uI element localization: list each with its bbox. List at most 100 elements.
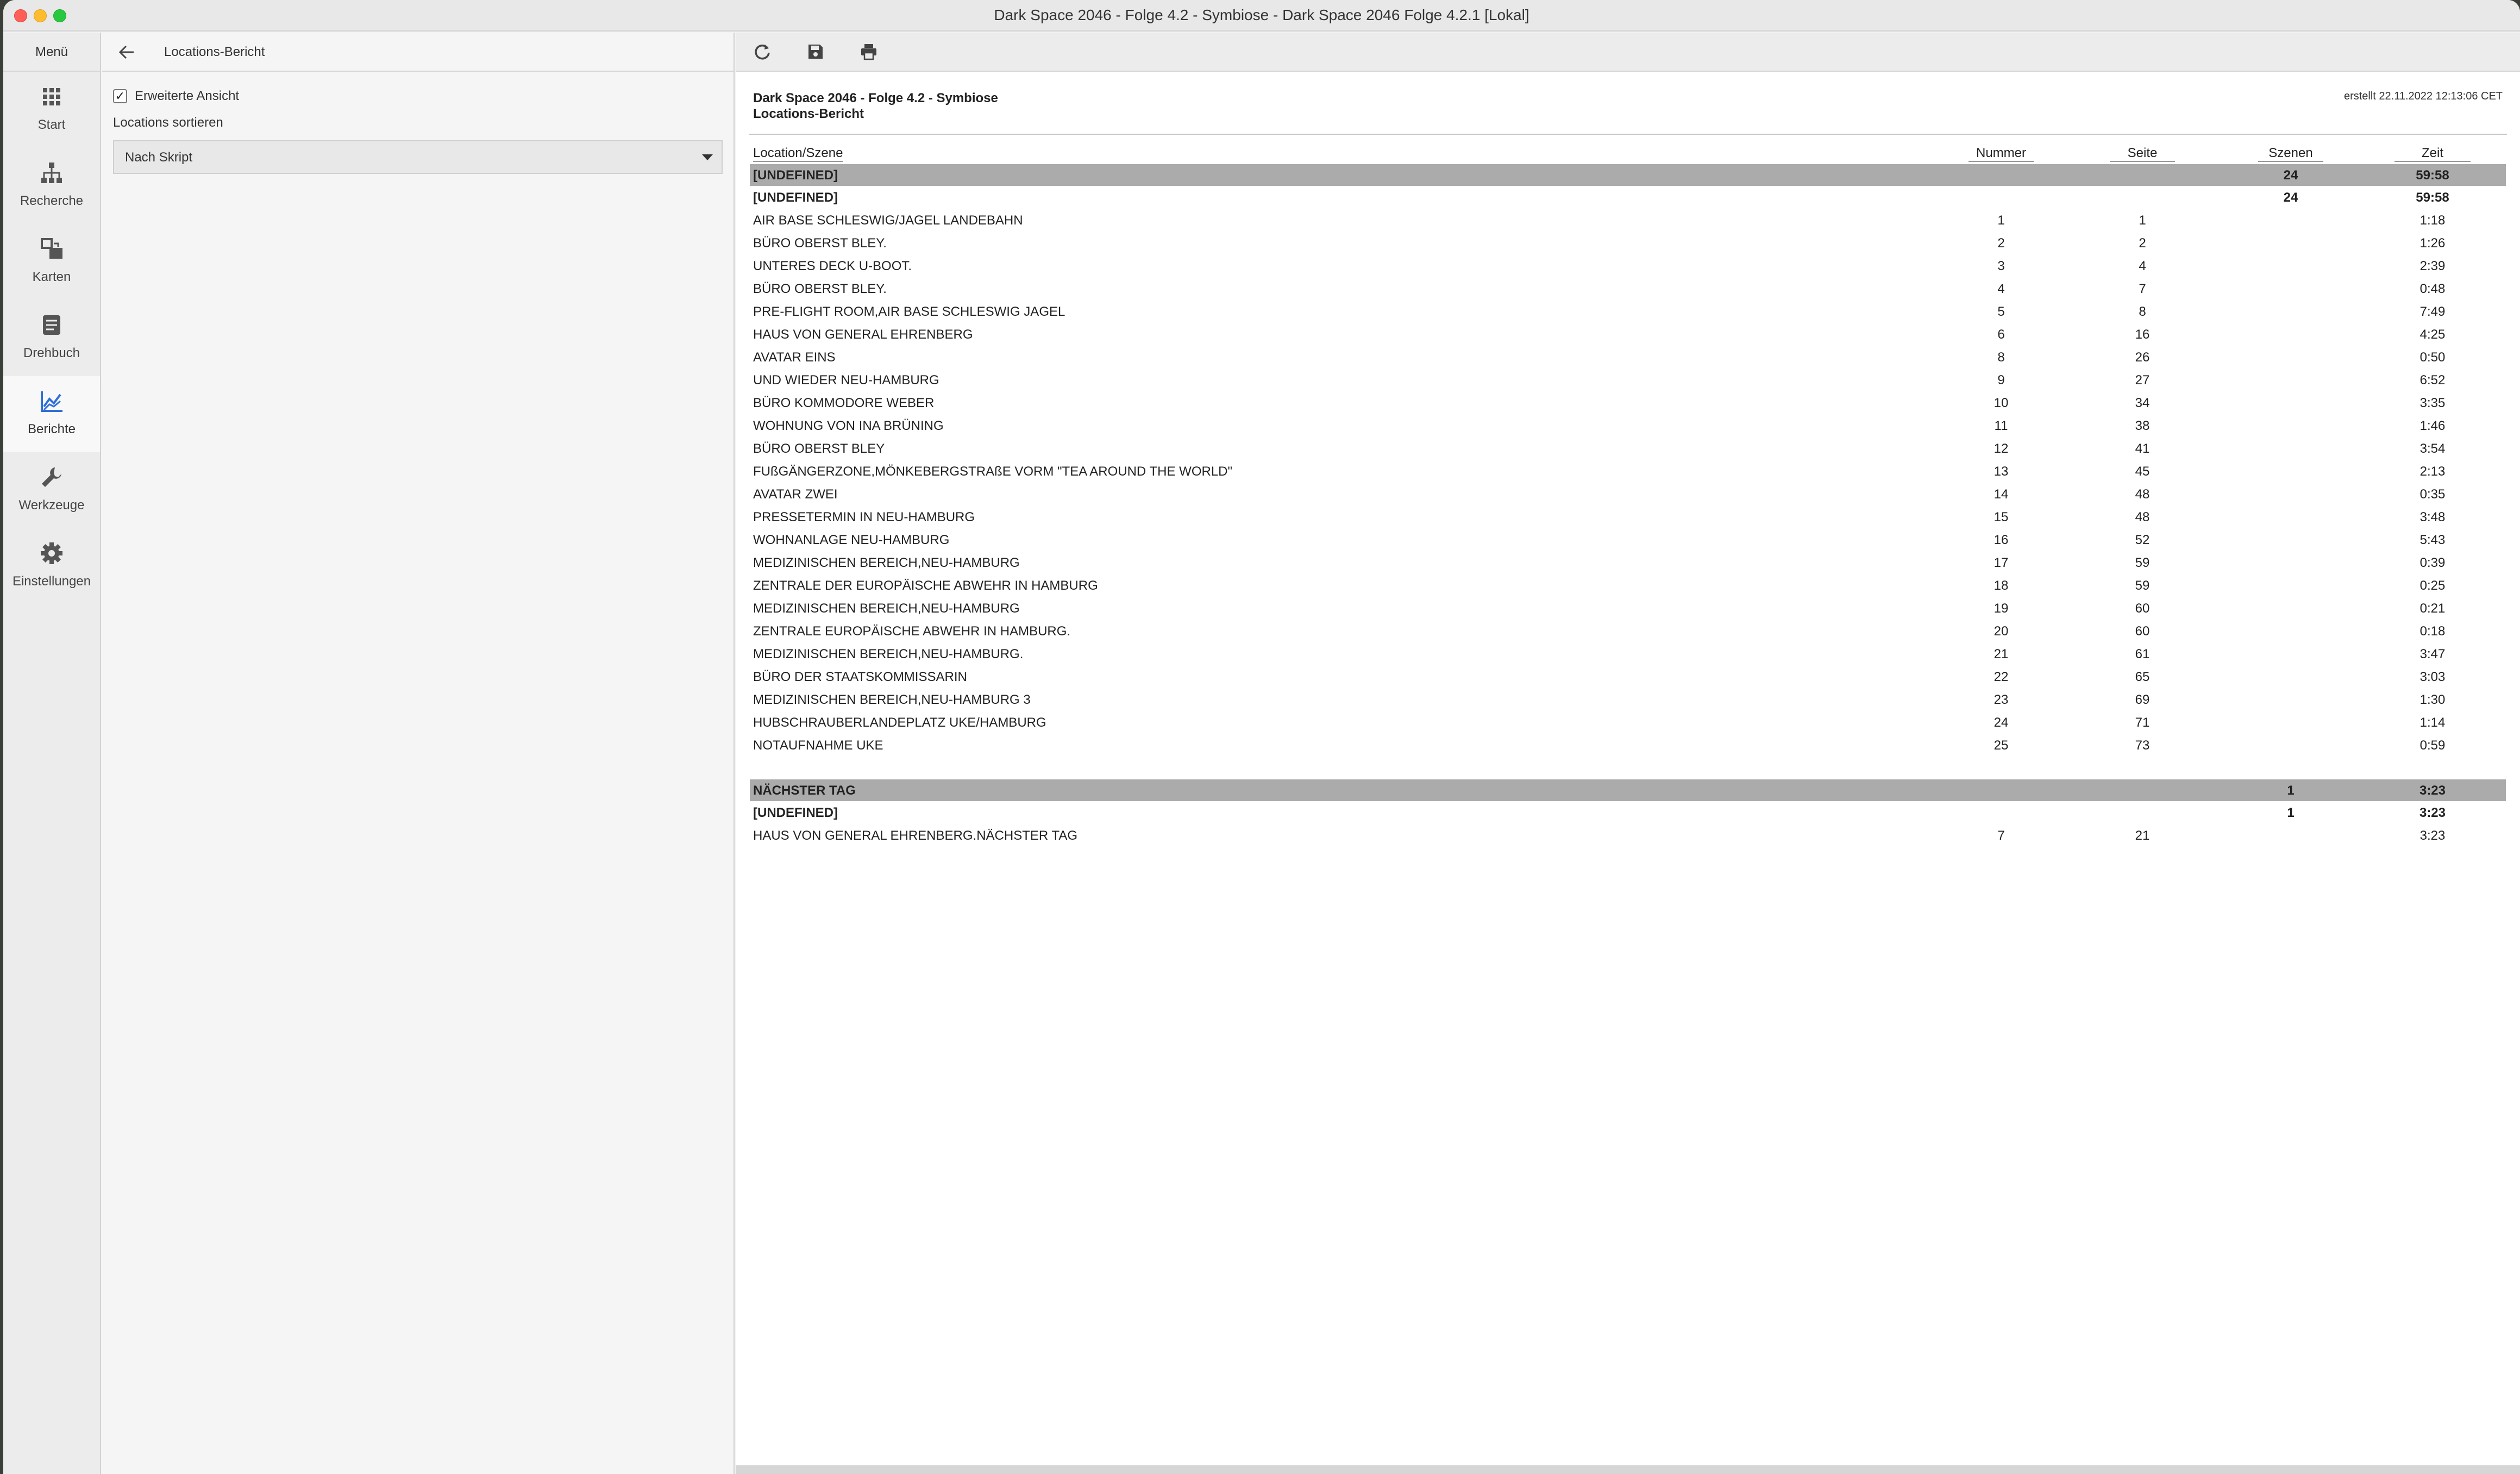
scene-page: 52 xyxy=(2135,533,2150,547)
scene-location: AIR BASE SCHLESWIG/JAGEL LANDEBAHN xyxy=(753,213,1023,228)
hierarchy-icon xyxy=(41,163,62,183)
sidebar-item-berichte[interactable]: Berichte xyxy=(3,376,100,452)
scene-number: 25 xyxy=(1994,738,2009,753)
sort-select-value: Nach Skript xyxy=(125,150,193,165)
refresh-icon[interactable] xyxy=(753,42,772,61)
table-row: BÜRO OBERST BLEY. 2 2 1:26 xyxy=(750,232,2506,254)
scene-number: 12 xyxy=(1994,441,2009,456)
scene-time: 1:26 xyxy=(2419,236,2446,251)
table-row: HUBSCHRAUBERLANDEPLATZ UKE/HAMBURG 24 71 1:… xyxy=(750,711,2506,734)
scene-page: 59 xyxy=(2135,578,2150,593)
title-bar: Dark Space 2046 - Folge 4.2 - Symbiose -… xyxy=(3,0,2520,32)
report-created-timestamp: erstellt 22.11.2022 12:13:06 CET xyxy=(2343,90,2503,102)
sort-select[interactable]: Nach Skript xyxy=(113,140,723,174)
scene-page: 34 xyxy=(2135,396,2150,410)
scene-number: 23 xyxy=(1994,692,2009,707)
table-row: NOTAUFNAHME UKE 25 73 0:59 xyxy=(750,734,2506,757)
scene-location: FUßGÄNGERZONE,MÖNKEBERGSTRAßE VORM "TEA … xyxy=(753,464,1233,479)
sidebar-item-karten[interactable]: Karten xyxy=(3,224,100,300)
scene-location: ZENTRALE EUROPÄISCHE ABWEHR IN HAMBURG. xyxy=(753,624,1071,639)
chart-icon xyxy=(41,391,62,412)
scene-number: 19 xyxy=(1994,601,2009,616)
scene-time: 3:23 xyxy=(2419,828,2446,843)
scene-time: 5:43 xyxy=(2419,533,2446,547)
table-row: BÜRO OBERST BLEY 12 41 3:54 xyxy=(750,437,2506,460)
table-row: PRE-FLIGHT ROOM,AIR BASE SCHLESWIG JAGEL… xyxy=(750,300,2506,323)
scene-number: 15 xyxy=(1994,510,2009,524)
gear-icon xyxy=(41,542,62,564)
scene-location: MEDIZINISCHEN BEREICH,NEU-HAMBURG 3 xyxy=(753,692,1031,707)
sidebar-item-label: Karten xyxy=(32,270,71,284)
table-row: UNTERES DECK U-BOOT. 3 4 2:39 xyxy=(750,254,2506,277)
extended-view-option[interactable]: ✓ Erweiterte Ansicht xyxy=(113,88,239,104)
scene-number: 4 xyxy=(1997,282,2005,296)
extended-view-checkbox[interactable]: ✓ xyxy=(113,89,127,103)
sidebar-item-label: Berichte xyxy=(27,422,76,436)
back-arrow-icon[interactable] xyxy=(118,45,135,60)
scene-page: 60 xyxy=(2135,624,2150,639)
table-row: BÜRO DER STAATSKOMMISSARIN 22 65 3:03 xyxy=(750,665,2506,688)
table-row: WOHNANLAGE NEU-HAMBURG 16 52 5:43 xyxy=(750,528,2506,551)
scene-location: MEDIZINISCHEN BEREICH,NEU-HAMBURG xyxy=(753,601,1020,616)
scene-time: 0:59 xyxy=(2419,738,2446,753)
scene-number: 3 xyxy=(1997,259,2005,273)
column-header-page: Seite xyxy=(2110,146,2175,162)
scene-time: 7:49 xyxy=(2419,304,2446,319)
sidebar-item-start[interactable]: Start xyxy=(3,72,100,148)
scene-time: 1:14 xyxy=(2419,715,2446,730)
table-row: BÜRO KOMMODORE WEBER 10 34 3:35 xyxy=(750,391,2506,414)
scene-time: 1:46 xyxy=(2419,419,2446,433)
sidebar-item-recherche[interactable]: Recherche xyxy=(3,148,100,224)
scene-number: 20 xyxy=(1994,624,2009,639)
table-row: MEDIZINISCHEN BEREICH,NEU-HAMBURG 19 60 0:2… xyxy=(750,597,2506,620)
table-row: ZENTRALE EUROPÄISCHE ABWEHR IN HAMBURG. 2… xyxy=(750,620,2506,642)
sidebar-item-werkzeuge[interactable]: Werkzeuge xyxy=(3,452,100,528)
scene-number: 10 xyxy=(1994,396,2009,410)
table-row: HAUS VON GENERAL EHRENBERG 6 16 4:25 xyxy=(750,323,2506,346)
scene-location: BÜRO OBERST BLEY. xyxy=(753,282,887,296)
column-header-number: Nummer xyxy=(1969,146,2034,162)
group-name: [UNDEFINED] xyxy=(753,168,838,183)
options-title: Locations-Bericht xyxy=(164,45,265,59)
scene-time: 0:50 xyxy=(2419,350,2446,365)
scene-page: 38 xyxy=(2135,419,2150,433)
sidebar-item-einstellungen[interactable]: Einstellungen xyxy=(3,528,100,604)
scene-number: 5 xyxy=(1997,304,2005,319)
report-toolbar xyxy=(736,33,2520,72)
scene-time: 3:47 xyxy=(2419,647,2446,661)
window-title: Dark Space 2046 - Folge 4.2 - Symbiose -… xyxy=(994,7,1529,23)
menu-button[interactable]: Menü xyxy=(3,33,100,72)
scene-location: BÜRO OBERST BLEY xyxy=(753,441,885,456)
print-icon[interactable] xyxy=(860,42,878,61)
scene-time: 0:39 xyxy=(2419,555,2446,570)
report-title: Dark Space 2046 - Folge 4.2 - Symbiose xyxy=(753,91,998,105)
scene-time: 3:03 xyxy=(2419,670,2446,684)
subgroup-name: [UNDEFINED] xyxy=(753,190,838,205)
table-row: HAUS VON GENERAL EHRENBERG.NÄCHSTER TAG 7… xyxy=(750,824,2506,847)
horizontal-scrollbar[interactable] xyxy=(736,1465,2520,1474)
sidebar-item-drehbuch[interactable]: Drehbuch xyxy=(3,300,100,376)
scene-location: UNTERES DECK U-BOOT. xyxy=(753,259,912,273)
scene-time: 2:13 xyxy=(2419,464,2446,479)
scene-page: 21 xyxy=(2135,828,2150,843)
scene-location: AVATAR ZWEI xyxy=(753,487,838,502)
table-header-row: Location/Szene Nummer Seite Szenen Zeit xyxy=(750,141,2506,164)
subgroup-name: [UNDEFINED] xyxy=(753,805,838,820)
scene-page: 48 xyxy=(2135,510,2150,524)
scene-time: 3:48 xyxy=(2419,510,2446,524)
extended-view-label: Erweiterte Ansicht xyxy=(135,89,240,103)
report-divider xyxy=(749,134,2507,135)
save-icon[interactable] xyxy=(806,42,825,61)
table-row: UND WIEDER NEU-HAMBURG 9 27 6:52 xyxy=(750,368,2506,391)
scene-number: 9 xyxy=(1997,373,2005,388)
table-row: ZENTRALE DER EUROPÄISCHE ABWEHR IN HAMBU… xyxy=(750,574,2506,597)
scene-page: 71 xyxy=(2135,715,2150,730)
column-header-time: Zeit xyxy=(2394,146,2471,162)
scene-number: 2 xyxy=(1997,236,2005,251)
group-scene-count: 24 xyxy=(2283,168,2298,183)
scene-page: 65 xyxy=(2135,670,2150,684)
location-group-row: [UNDEFINED] 24 59:58 xyxy=(750,164,2506,186)
scene-time: 3:54 xyxy=(2419,441,2446,456)
sidebar-item-label: Einstellungen xyxy=(12,574,91,589)
